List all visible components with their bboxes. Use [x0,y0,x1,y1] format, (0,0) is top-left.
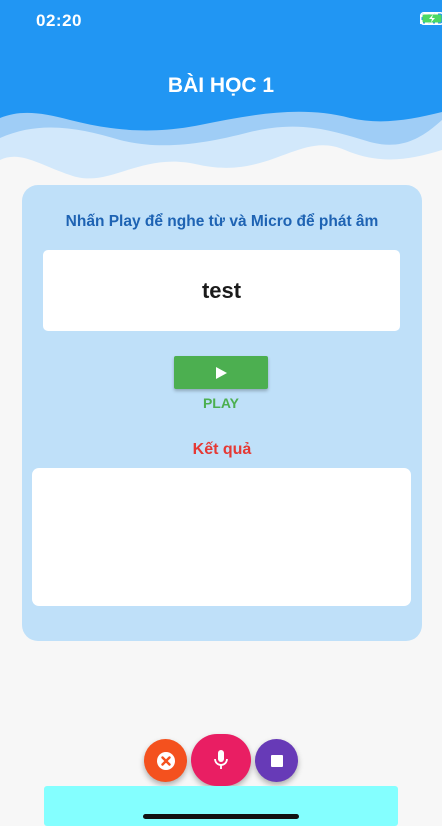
header: 02:20 BÀI HỌC 1 [0,0,442,190]
instruction-text: Nhấn Play để nghe từ và Micro để phát âm [65,213,379,230]
microphone-button[interactable] [191,734,251,786]
result-label: Kết quả [192,441,252,458]
word-display: test [43,250,400,331]
close-icon [156,751,175,770]
battery-charging-icon [420,12,442,25]
status-time: 02:20 [36,11,82,30]
play-icon [216,366,227,379]
microphone-icon [214,750,228,769]
lesson-card: Nhấn Play để nghe từ và Micro để phát âm… [22,185,422,641]
play-label: PLAY [202,395,240,411]
play-button[interactable] [174,356,268,389]
home-indicator [143,814,299,819]
bottom-bar [44,786,398,826]
cancel-button[interactable] [144,739,187,782]
stop-button[interactable] [255,739,298,782]
stop-icon [270,754,283,767]
page-title: BÀI HỌC 1 [167,74,275,97]
result-box [32,468,411,606]
